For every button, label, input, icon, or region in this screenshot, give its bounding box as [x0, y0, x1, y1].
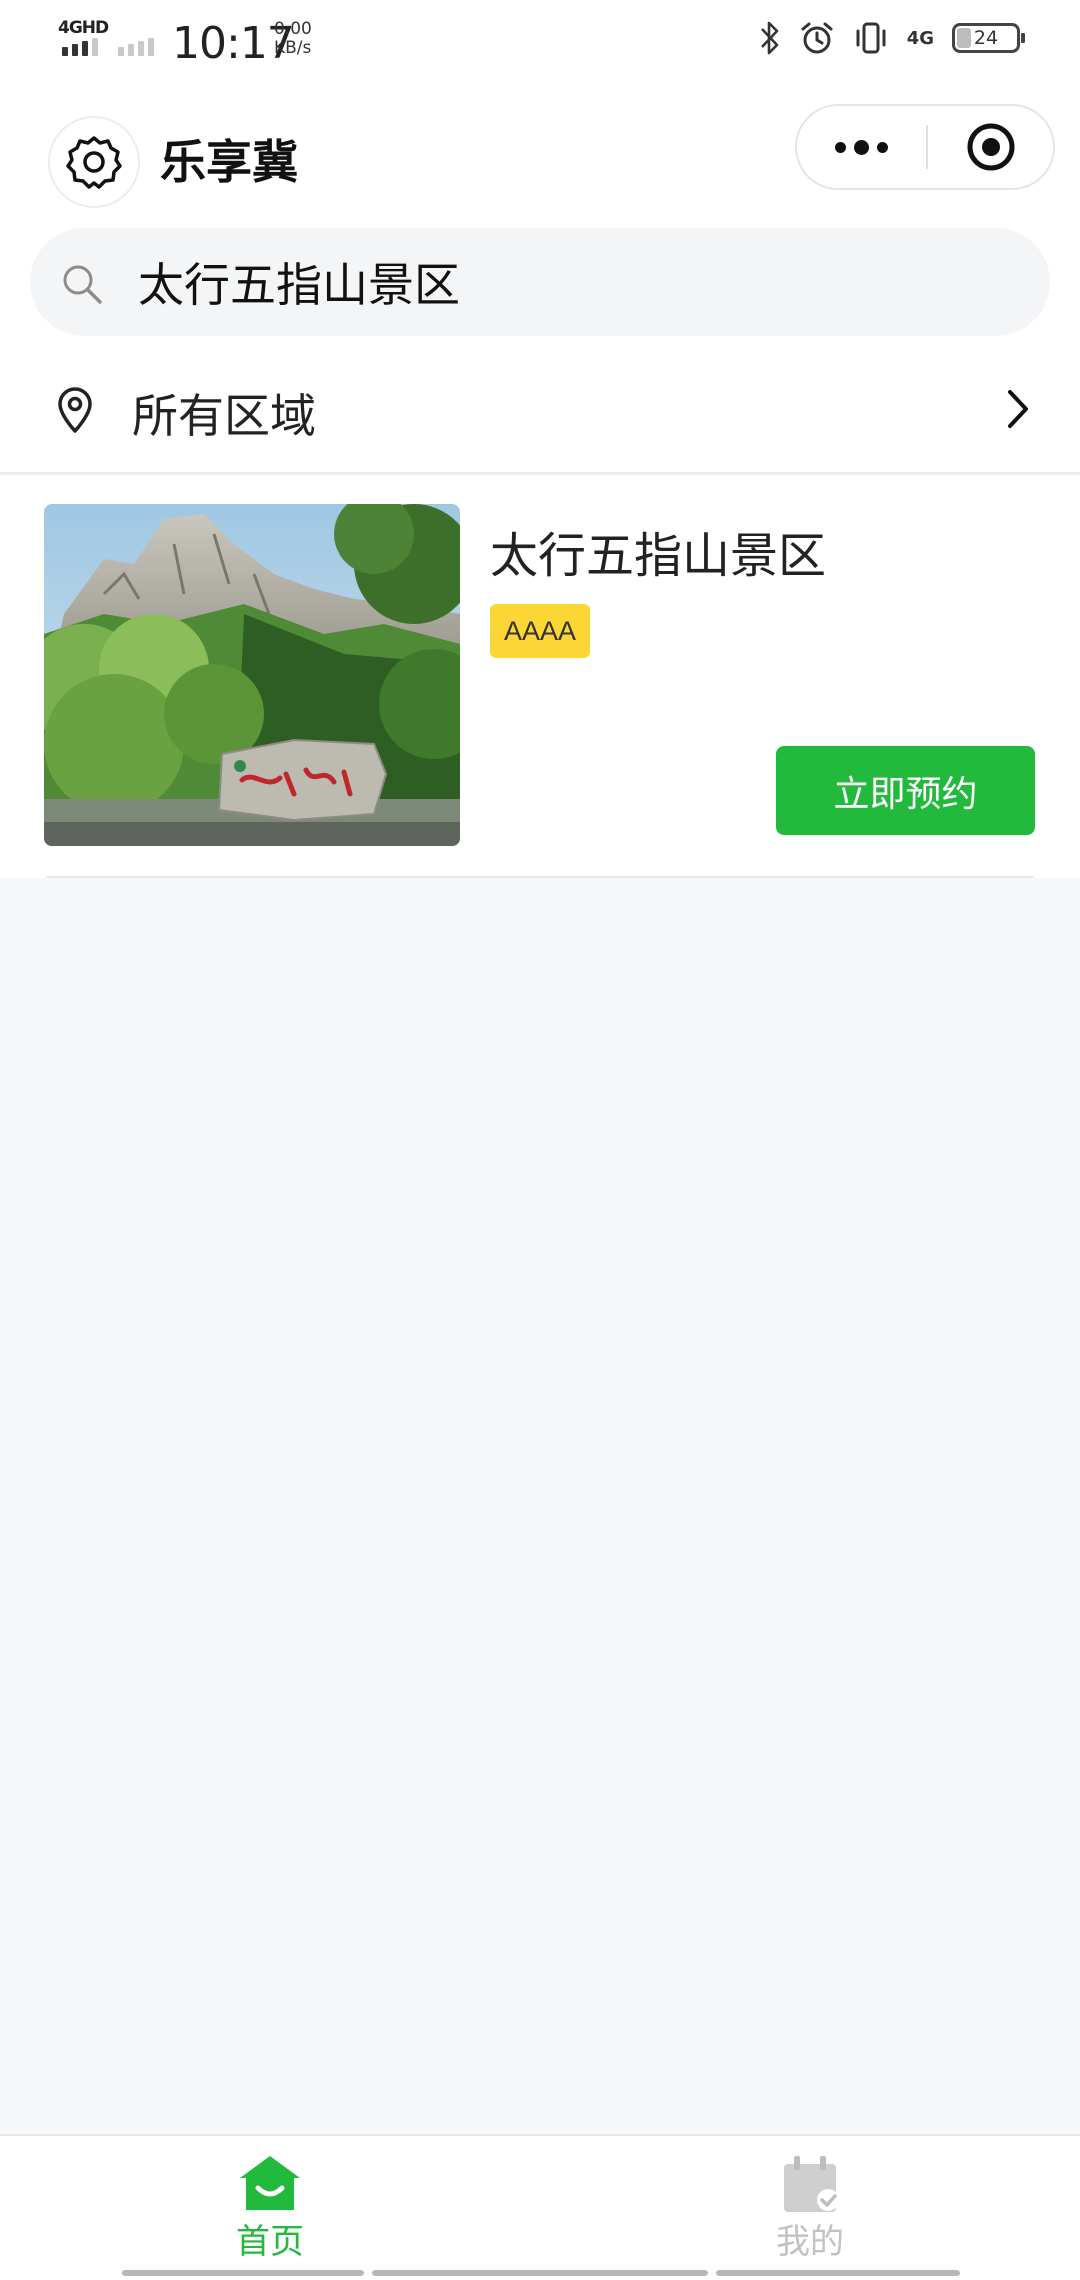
close-miniprogram-button[interactable]	[928, 106, 1053, 188]
section-divider	[0, 472, 1080, 475]
book-now-button[interactable]: 立即预约	[776, 746, 1035, 835]
bottom-tab-bar: 首页 我的	[0, 2134, 1080, 2280]
scenic-spot-photo	[44, 504, 460, 846]
signal-icon	[62, 38, 98, 56]
region-label: 所有区域	[132, 389, 316, 443]
more-button[interactable]	[797, 106, 926, 188]
vibrate-icon	[856, 22, 886, 54]
search-icon	[63, 265, 102, 304]
target-icon	[967, 123, 1014, 171]
speed-value: 0.00	[274, 19, 312, 39]
battery-level: 24	[973, 27, 999, 49]
status-bar: 4GHD 10:17 0.00 KB/s 4G 24	[0, 0, 1080, 84]
battery-icon: 24	[952, 23, 1025, 53]
region-selector[interactable]: 所有区域	[0, 352, 1080, 462]
calendar-check-icon	[784, 2156, 839, 2212]
card-divider	[46, 876, 1034, 878]
settings-button[interactable]	[48, 116, 140, 208]
tab-home[interactable]: 首页	[170, 2136, 370, 2266]
home-icon	[240, 2156, 300, 2210]
miniprogram-capsule	[795, 104, 1055, 190]
bluetooth-icon	[760, 21, 778, 55]
network-4g: 4G	[906, 27, 934, 49]
home-indicator-3	[716, 2270, 960, 2276]
signal-2-icon	[118, 38, 154, 56]
status-icons: 4G 24	[759, 20, 1025, 56]
rating-badge: AAAA	[490, 604, 591, 658]
chevron-right-icon	[1008, 390, 1028, 428]
home-indicator-2	[372, 2270, 708, 2276]
scenic-spot-card[interactable]: 太行五指山景区 AAAA 立即预约	[0, 476, 1080, 878]
network-speed: 0.00 KB/s	[274, 20, 312, 58]
search-input[interactable]	[138, 248, 1018, 316]
scenic-spot-name[interactable]: 太行五指山景区	[490, 516, 826, 586]
tab-home-label: 首页	[236, 2222, 304, 2262]
tab-mine[interactable]: 我的	[710, 2136, 910, 2266]
page-title: 乐享冀	[160, 135, 298, 189]
gear-icon	[66, 136, 122, 189]
alarm-icon	[801, 22, 833, 54]
speed-unit: KB/s	[274, 38, 312, 58]
network-type: 4GHD	[58, 18, 109, 38]
tab-mine-label: 我的	[776, 2222, 844, 2262]
location-pin-icon	[58, 387, 92, 433]
home-indicator	[122, 2270, 364, 2276]
search-bar[interactable]	[30, 228, 1050, 336]
